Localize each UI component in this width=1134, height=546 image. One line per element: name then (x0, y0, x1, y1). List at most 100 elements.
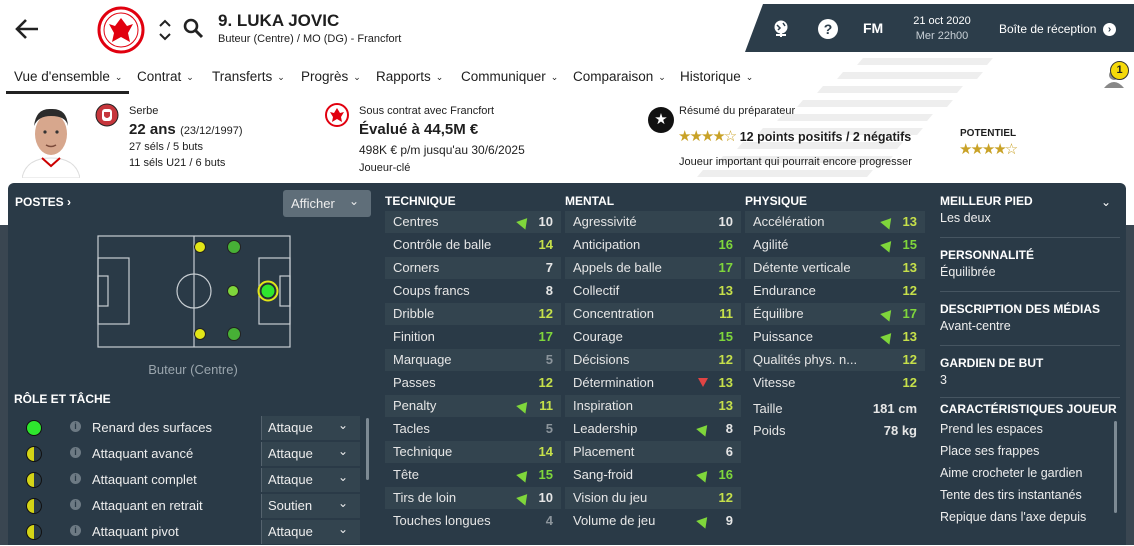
attribute-row[interactable]: Vision du jeu 12 (565, 487, 741, 509)
info-icon[interactable]: i (70, 499, 81, 510)
duty-label: Attaque (268, 472, 313, 487)
attribute-row[interactable]: Collectif 13 (565, 280, 741, 302)
attribute-value: 9 (725, 513, 733, 528)
game-date: 21 oct 2020 (913, 15, 971, 27)
info-icon[interactable]: i (70, 473, 81, 484)
attribute-row[interactable]: Technique 14 (385, 441, 561, 463)
fm-logo[interactable]: FM (863, 20, 883, 36)
tab-contract[interactable]: Contrat ⌄ (137, 69, 194, 84)
role-suitability-icon (26, 472, 42, 488)
role-suitability-icon (26, 524, 42, 540)
nationality: Serbe (129, 105, 159, 117)
attribute-row[interactable]: Touches longues 4 (385, 510, 561, 532)
tab-communicate[interactable]: Communiquer ⌄ (461, 69, 558, 84)
attribute-row[interactable]: Placement 6 (565, 441, 741, 463)
chevron-down-icon: ⌄ (338, 444, 349, 458)
attribute-row[interactable]: Appels de balle 17 (565, 257, 741, 279)
role-row[interactable]: i Renard des surfaces Attaque ⌄ (8, 416, 360, 442)
attribute-name: Dribble (393, 306, 435, 321)
attribute-row[interactable]: Finition 17 (385, 326, 561, 348)
attribute-row[interactable]: Passes 12 (385, 372, 561, 394)
caps: 27 séls / 5 buts (129, 141, 203, 153)
continue-icon[interactable]: › (1103, 23, 1116, 36)
notification-badge[interactable]: 1 (1110, 61, 1129, 80)
tab-history[interactable]: Historique ⌄ (680, 69, 753, 84)
attribute-row[interactable]: Corners 7 (385, 257, 561, 279)
duty-dropdown[interactable]: Soutien ⌄ (261, 494, 360, 518)
attribute-row[interactable]: Centres 10 (385, 211, 561, 233)
duty-dropdown[interactable]: Attaque ⌄ (261, 442, 360, 466)
attribute-row[interactable]: Tacles 5 (385, 418, 561, 440)
attribute-row[interactable]: Tirs de loin 10 (385, 487, 561, 509)
attribute-row[interactable]: Penalty 11 (385, 395, 561, 417)
attribute-row[interactable]: Courage 15 (565, 326, 741, 348)
prev-next-chevrons-icon[interactable] (158, 18, 172, 42)
attribute-row[interactable]: Sang-froid 16 (565, 464, 741, 486)
attribute-name: Inspiration (573, 398, 633, 413)
attribute-name: Contrôle de balle (393, 237, 492, 252)
top-bar: ? FM 21 oct 2020 Mer 22h00 Boîte de réce… (745, 4, 1134, 52)
best-foot-chevron-icon[interactable]: ⌄ (1101, 195, 1111, 209)
role-row[interactable]: i Attaquant complet Attaque ⌄ (8, 468, 360, 494)
tab-bar: Vue d'ensemble ⌄ Contrat ⌄ Transferts ⌄ Pro… (0, 64, 780, 94)
tab-reports[interactable]: Rapports ⌄ (376, 69, 443, 84)
inbox-button[interactable]: Boîte de réception (999, 22, 1096, 36)
duty-dropdown[interactable]: Attaque ⌄ (261, 520, 360, 544)
attribute-row[interactable]: Contrôle de balle 14 (385, 234, 561, 256)
club-badge-icon (325, 103, 349, 127)
help-icon[interactable]: ? (818, 19, 838, 39)
info-icon[interactable]: i (70, 447, 81, 458)
chevron-down-icon: ⌄ (338, 470, 349, 484)
tab-overview[interactable]: Vue d'ensemble ⌄ (14, 69, 122, 84)
attribute-row[interactable]: Leadership 8 (565, 418, 741, 440)
attribute-name: Courage (573, 329, 623, 344)
duty-dropdown[interactable]: Attaque ⌄ (261, 416, 360, 440)
attribute-row[interactable]: Décisions 12 (565, 349, 741, 371)
weight-row: Poids 78 kg (753, 423, 917, 438)
attribute-row[interactable]: Vitesse 12 (745, 372, 925, 394)
header: 9. LUKA JOVIC Buteur (Centre) / MO (DG) … (0, 0, 1134, 183)
info-icon[interactable]: i (70, 525, 81, 536)
attribute-row[interactable]: Agressivité 10 (565, 211, 741, 233)
attribute-row[interactable]: Détermination 13 (565, 372, 741, 394)
attribute-row[interactable]: Qualités phys. n... 12 (745, 349, 925, 371)
attribute-row[interactable]: Équilibre 17 (745, 303, 925, 325)
club-crest-icon[interactable] (97, 6, 145, 54)
tab-comparison[interactable]: Comparaison ⌄ (573, 69, 666, 84)
roles-scrollbar[interactable] (366, 418, 369, 480)
tab-progress[interactable]: Progrès ⌄ (301, 69, 361, 84)
world-icon[interactable] (771, 19, 791, 39)
attribute-row[interactable]: Détente verticale 13 (745, 257, 925, 279)
role-row[interactable]: i Attaquant pivot Attaque ⌄ (8, 520, 360, 546)
attribute-row[interactable]: Agilité 15 (745, 234, 925, 256)
attribute-value: 12 (718, 490, 733, 505)
attribute-row[interactable]: Coups francs 8 (385, 280, 561, 302)
role-row[interactable]: i Attaquant avancé Attaque ⌄ (8, 442, 360, 468)
attribute-value: 15 (718, 329, 733, 344)
attribute-row[interactable]: Inspiration 13 (565, 395, 741, 417)
goalkeeper-label: GARDIEN DE BUT (940, 356, 1044, 370)
attribute-row[interactable]: Tête 15 (385, 464, 561, 486)
attribute-row[interactable]: Concentration 11 (565, 303, 741, 325)
traits-scrollbar[interactable] (1114, 421, 1117, 513)
attribute-row[interactable]: Endurance 12 (745, 280, 925, 302)
trait-item: Place ses frappes (940, 444, 1040, 458)
attribute-value: 15 (902, 237, 917, 252)
back-arrow-icon[interactable] (14, 18, 40, 40)
duty-dropdown[interactable]: Attaque ⌄ (261, 468, 360, 492)
attribute-row[interactable]: Dribble 12 (385, 303, 561, 325)
attribute-name: Vision du jeu (573, 490, 648, 505)
attribute-row[interactable]: Anticipation 16 (565, 234, 741, 256)
role-row[interactable]: i Attaquant en retrait Soutien ⌄ (8, 494, 360, 520)
attribute-row[interactable]: Accélération 13 (745, 211, 925, 233)
positions-title[interactable]: POSTES › (15, 195, 71, 209)
coach-summary: Joueur important qui pourrait encore pro… (679, 156, 912, 168)
info-icon[interactable]: i (70, 421, 81, 432)
search-icon[interactable] (182, 17, 204, 39)
tab-transfers[interactable]: Transferts ⌄ (212, 69, 285, 84)
attribute-name: Qualités phys. n... (753, 352, 858, 367)
show-dropdown[interactable]: Afficher ⌄ (283, 190, 371, 217)
attribute-row[interactable]: Marquage 5 (385, 349, 561, 371)
attribute-row[interactable]: Puissance 13 (745, 326, 925, 348)
attribute-row[interactable]: Volume de jeu 9 (565, 510, 741, 532)
